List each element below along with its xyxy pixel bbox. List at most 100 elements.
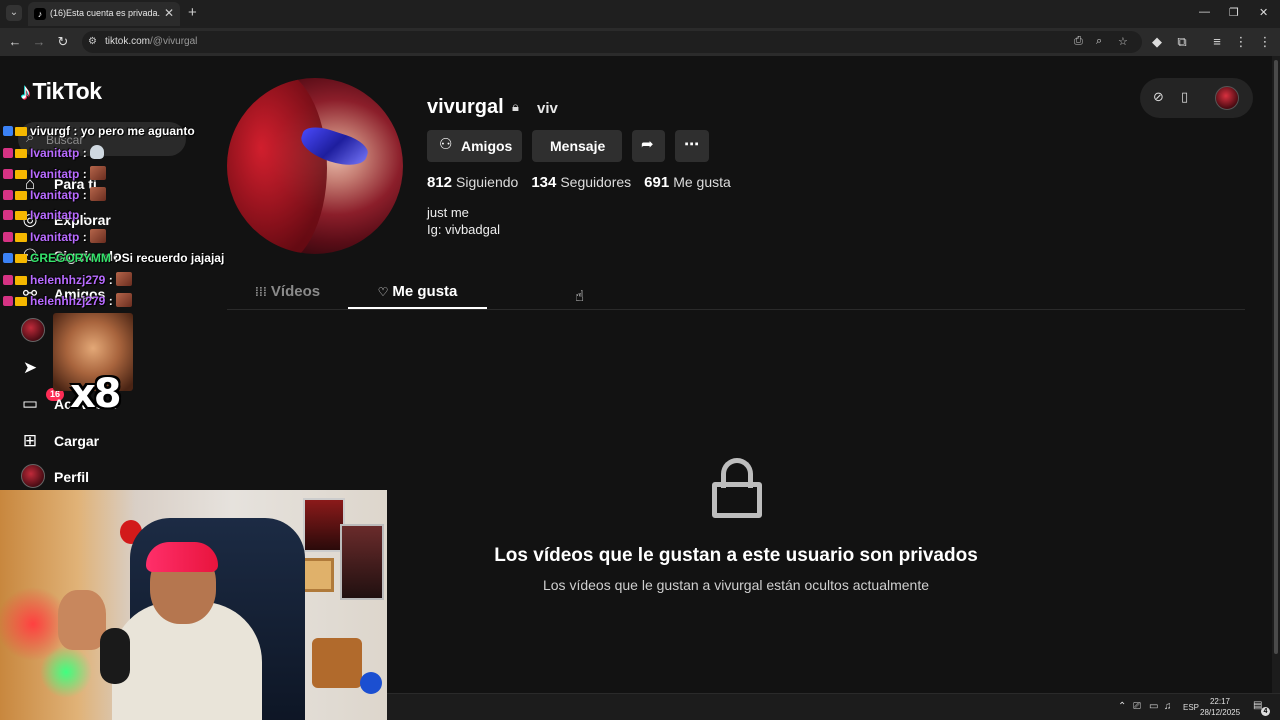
- followers-label: Seguidores: [560, 174, 632, 190]
- hand-cursor-icon: ☝: [575, 288, 585, 305]
- webcam-ornament: [360, 672, 382, 694]
- windows-taskbar: ⌃ ⎚ ▭ ♫ ESP 22:17 28/12/2025 ▤ 4: [387, 693, 1280, 720]
- emote-multiplier: x8: [70, 371, 122, 417]
- chat-message: Ivanitatp :: [3, 208, 87, 226]
- large-lock-icon: [712, 458, 762, 518]
- heart-badge-icon: [3, 210, 13, 220]
- restore-icon[interactable]: ❐: [1229, 6, 1239, 19]
- message-button-label: Mensaje: [550, 138, 606, 154]
- extension-diamond-icon[interactable]: ◆: [1150, 35, 1164, 49]
- chat-text: :: [108, 294, 113, 308]
- tab-search-button[interactable]: ⌄: [6, 5, 22, 21]
- chat-user: Ivanitatp: [30, 167, 80, 181]
- crown-badge-icon: [15, 191, 27, 200]
- tray-clock[interactable]: 22:17 28/12/2025: [1200, 696, 1240, 718]
- share-button[interactable]: ➦: [632, 130, 665, 162]
- face-emote-icon: [89, 187, 106, 201]
- zoom-icon[interactable]: ⌕: [1096, 35, 1102, 48]
- back-icon[interactable]: ←: [8, 35, 22, 49]
- browser-tab-active[interactable]: ♪ (16)Esta cuenta es privada. Sigu ✕: [28, 2, 180, 26]
- chat-message: vivurgf : yo pero me aguanto: [3, 124, 195, 142]
- tab-liked-label: Me gusta: [392, 283, 458, 300]
- sidebar-item-label: Perfil: [54, 469, 90, 485]
- more-dots-icon: ⋯: [684, 136, 699, 153]
- address-bar[interactable]: ⚙ tiktok.com/@vivurgal ⎙ ⌕ ☆: [82, 31, 1142, 53]
- browser-menu-icon[interactable]: ⋮: [1258, 35, 1272, 49]
- chat-user: GREGORYMM: [30, 251, 111, 265]
- chat-message: Ivanitatp :: [3, 187, 106, 205]
- install-app-icon[interactable]: ⎙: [1074, 35, 1083, 48]
- tab-close-icon[interactable]: ✕: [164, 6, 174, 20]
- sidebar-item-live[interactable]: [18, 315, 48, 345]
- private-lock-icon: 🔒︎: [512, 99, 519, 114]
- lock-body: [712, 482, 762, 518]
- browser-toolbar: ← → ↻ ⚙ tiktok.com/@vivurgal ⎙ ⌕ ☆ ◆ ⧉ ≡…: [0, 28, 1280, 56]
- page-scrollbar[interactable]: [1272, 56, 1280, 693]
- heart-lock-icon: ♡: [377, 285, 389, 299]
- tab-liked[interactable]: ♡ Me gusta: [348, 283, 487, 310]
- notification-count: 4: [1261, 707, 1270, 716]
- browser-tab-strip: ⌄ ♪ (16)Esta cuenta es privada. Sigu ✕ +…: [0, 0, 1280, 28]
- chat-message: Ivanitatp :: [3, 229, 106, 247]
- forward-icon[interactable]: →: [32, 35, 46, 49]
- crown-badge-icon: [15, 254, 27, 263]
- person-check-icon: ⚇: [439, 136, 453, 153]
- reload-icon[interactable]: ↻: [56, 35, 70, 49]
- top-right-tools: ⊘ ▯: [1140, 78, 1253, 118]
- tray-language[interactable]: ESP: [1183, 703, 1199, 712]
- face-emote-icon: [115, 293, 132, 307]
- face-emote-icon: [89, 166, 106, 180]
- chat-text: :: [82, 188, 87, 202]
- crown-badge-icon: [15, 149, 27, 158]
- scrollbar-thumb[interactable]: [1274, 60, 1278, 654]
- profile-avatar[interactable]: [227, 78, 403, 254]
- face-emote-icon: [115, 272, 132, 286]
- wolf-emote-icon: [89, 145, 104, 159]
- sub-badge-icon: [3, 253, 13, 263]
- following-stat[interactable]: 812 Siguiendo: [427, 174, 518, 191]
- bookmark-star-icon[interactable]: ☆: [1118, 35, 1128, 48]
- chat-user: Ivanitatp: [30, 208, 80, 222]
- chat-message: Ivanitatp :: [3, 166, 106, 184]
- new-tab-icon[interactable]: +: [188, 5, 197, 21]
- site-info-icon[interactable]: ⚙: [88, 36, 100, 48]
- tray-date: 28/12/2025: [1200, 708, 1241, 717]
- close-window-icon[interactable]: ✕: [1259, 6, 1268, 19]
- webcam-microphone: [100, 628, 130, 684]
- followers-stat[interactable]: 134 Seguidores: [531, 174, 631, 191]
- webcam-gingerbread-house: [312, 638, 362, 688]
- tab-videos[interactable]: ⁞⁞⁞ Vídeos: [227, 283, 348, 310]
- url-path: /@vivurgal: [150, 36, 198, 47]
- webcam-poster: [303, 498, 345, 552]
- tray-chevron-icon[interactable]: ⌃: [1118, 701, 1126, 712]
- tiktok-logo[interactable]: ♪TikTok: [20, 78, 102, 105]
- profile-bio-line-2: Ig: vivbadgal: [427, 222, 500, 237]
- tray-battery-icon[interactable]: ▭: [1149, 701, 1158, 712]
- tray-volume-icon[interactable]: ♫: [1164, 701, 1172, 712]
- chat-text: :: [82, 167, 87, 181]
- extensions-puzzle-icon[interactable]: ⧉: [1175, 35, 1189, 49]
- user-avatar-button[interactable]: [1215, 86, 1239, 110]
- url-domain: tiktok.com: [105, 36, 151, 47]
- crown-badge-icon: [15, 276, 27, 285]
- coins-icon[interactable]: ⊘: [1153, 89, 1164, 105]
- sidebar-item-label: Cargar: [54, 433, 100, 449]
- minimize-icon[interactable]: —: [1199, 6, 1210, 18]
- friends-button[interactable]: ⚇ Amigos: [427, 130, 522, 162]
- profile-tabs: ⁞⁞⁞ Vídeos ♡ Me gusta: [227, 278, 1245, 310]
- tray-network-icon[interactable]: ⎚: [1133, 701, 1141, 712]
- following-count: 812: [427, 174, 453, 191]
- friends-button-label: Amigos: [461, 138, 513, 154]
- followers-count: 134: [531, 174, 557, 191]
- webcam-overlay: [0, 490, 387, 720]
- device-icon[interactable]: ▯: [1181, 89, 1188, 105]
- more-options-button[interactable]: ⋯: [675, 130, 709, 162]
- chat-message: helenhhzj279 :: [3, 272, 132, 290]
- media-controls-icon[interactable]: ≡: [1210, 35, 1224, 49]
- profile-avatar-small: [21, 464, 45, 488]
- tray-time: 22:17: [1209, 697, 1231, 706]
- sub-badge-icon: [3, 126, 13, 136]
- message-button[interactable]: Mensaje: [532, 130, 622, 162]
- following-label: Siguiendo: [456, 174, 519, 190]
- profile-icon[interactable]: ⋮: [1234, 35, 1248, 49]
